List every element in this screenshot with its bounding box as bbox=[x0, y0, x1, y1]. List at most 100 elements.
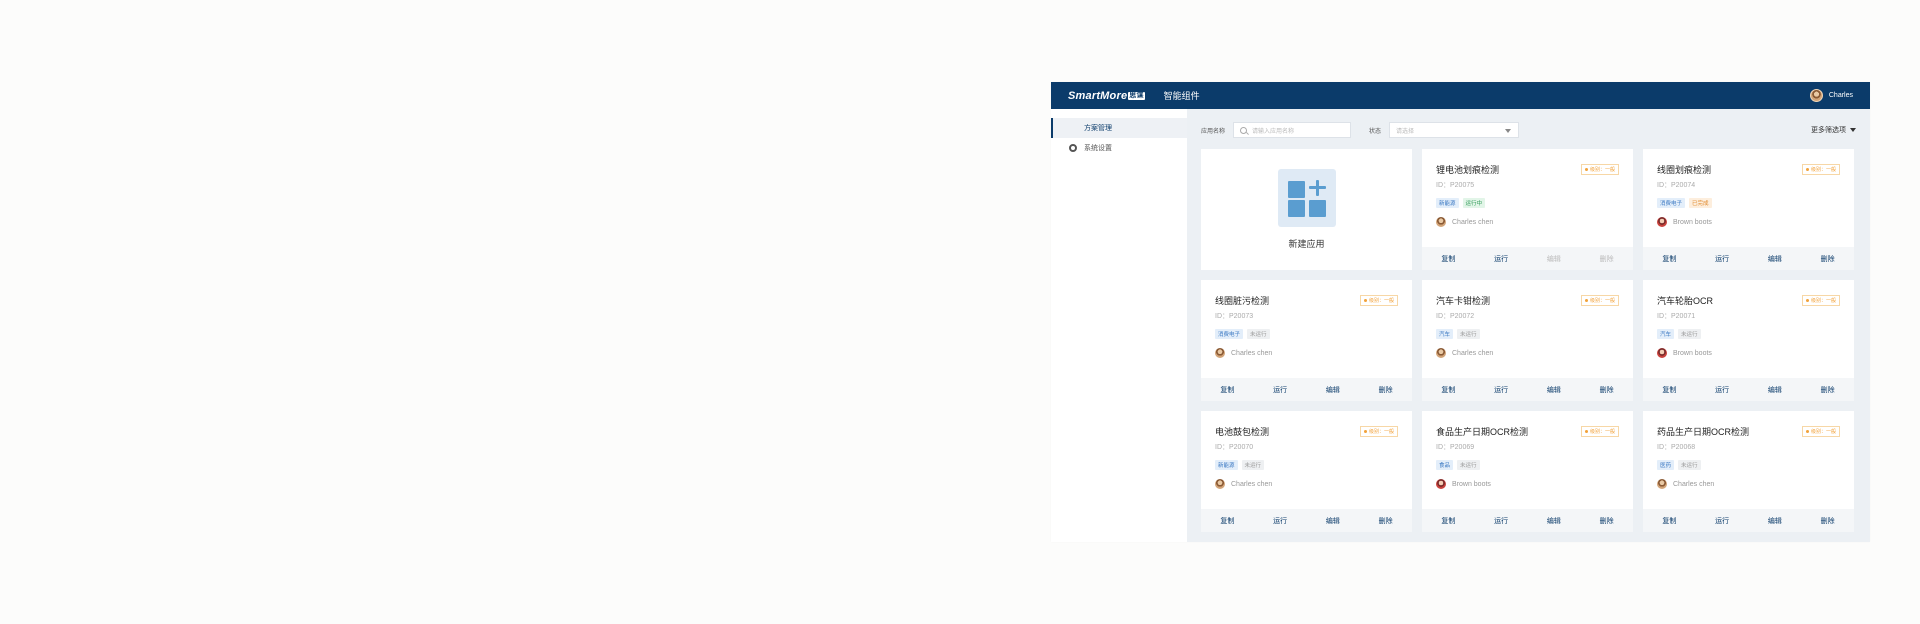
delete-button[interactable]: 删除 bbox=[1600, 254, 1614, 264]
copy-button[interactable]: 复制 bbox=[1441, 516, 1455, 526]
level-dot-icon bbox=[1805, 168, 1809, 171]
app-id: ID：P20071 bbox=[1657, 313, 1696, 320]
owner-avatar bbox=[1657, 348, 1667, 358]
copy-button[interactable]: 复制 bbox=[1220, 385, 1234, 395]
edit-button[interactable]: 编辑 bbox=[1768, 516, 1782, 526]
edit-button[interactable]: 编辑 bbox=[1768, 385, 1782, 395]
copy-button[interactable]: 复制 bbox=[1662, 385, 1676, 395]
app-title: 汽车轮胎OCR bbox=[1657, 296, 1713, 306]
sidebar-item-solutions[interactable]: 方案管理 bbox=[1051, 118, 1187, 138]
sidebar-item-settings[interactable]: 系统设置 bbox=[1051, 138, 1187, 158]
delete-button[interactable]: 删除 bbox=[1821, 385, 1835, 395]
status-tag: 已完成 bbox=[1689, 198, 1712, 208]
run-button[interactable]: 运行 bbox=[1494, 254, 1508, 264]
run-button[interactable]: 运行 bbox=[1715, 516, 1729, 526]
level-dot-icon bbox=[1805, 299, 1809, 302]
copy-button[interactable]: 复制 bbox=[1441, 385, 1455, 395]
status-tag: 汽车 bbox=[1436, 329, 1454, 339]
run-button[interactable]: 运行 bbox=[1273, 385, 1287, 395]
owner-avatar bbox=[1657, 217, 1667, 227]
status-tag: 消费电子 bbox=[1215, 329, 1244, 339]
status-tag: 未运行 bbox=[1241, 460, 1265, 470]
copy-button[interactable]: 复制 bbox=[1220, 516, 1234, 526]
owner-name: Brown boots bbox=[1673, 349, 1712, 357]
card-actions: 复制 运行 编辑 删除 bbox=[1643, 509, 1854, 532]
run-button[interactable]: 运行 bbox=[1273, 516, 1287, 526]
level-dot-icon bbox=[1584, 430, 1588, 433]
level-text: 级别：一般 bbox=[1810, 429, 1836, 435]
level-dot-icon bbox=[1584, 168, 1588, 171]
edit-button[interactable]: 编辑 bbox=[1326, 385, 1340, 395]
edit-button[interactable]: 编辑 bbox=[1547, 385, 1561, 395]
run-button[interactable]: 运行 bbox=[1715, 254, 1729, 264]
level-text: 级别：一般 bbox=[1810, 298, 1836, 304]
user-menu[interactable]: Charles bbox=[1809, 89, 1853, 102]
run-button[interactable]: 运行 bbox=[1494, 385, 1508, 395]
edit-button[interactable]: 编辑 bbox=[1547, 254, 1561, 264]
run-button[interactable]: 运行 bbox=[1494, 516, 1508, 526]
delete-button[interactable]: 删除 bbox=[1379, 516, 1393, 526]
tag-list: 汽车 未运行 bbox=[1643, 321, 1854, 339]
delete-button[interactable]: 删除 bbox=[1600, 385, 1614, 395]
app-card[interactable]: 线圈脏污检测 级别：一般 ID：P20073 消费电子 未运行 Charles c… bbox=[1201, 280, 1412, 401]
level-text: 级别：一般 bbox=[1589, 298, 1615, 304]
app-card[interactable]: 电池鼓包检测 级别：一般 ID：P20070 新能源 未运行 Charles ch… bbox=[1201, 411, 1412, 532]
top-navbar: SmartMore 思谋 智能组件 Charles bbox=[1051, 82, 1870, 109]
status-tag: 新能源 bbox=[1436, 198, 1459, 208]
app-card[interactable]: 锂电池划痕检测 级别：一般 ID：P20075 新能源 运行中 Charles c… bbox=[1422, 149, 1633, 270]
app-id: ID：P20072 bbox=[1436, 313, 1475, 320]
smartmore-logo[interactable]: SmartMore 思谋 bbox=[1068, 90, 1145, 102]
delete-button[interactable]: 删除 bbox=[1600, 516, 1614, 526]
owner: Brown boots bbox=[1643, 208, 1854, 227]
app-id: ID：P20068 bbox=[1657, 444, 1696, 451]
edit-button[interactable]: 编辑 bbox=[1547, 516, 1561, 526]
app-id: ID：P20069 bbox=[1436, 444, 1475, 451]
app-card[interactable]: 线圈划痕检测 级别：一般 ID：P20074 消费电子 已完成 Brown boo… bbox=[1643, 149, 1854, 270]
search-input[interactable]: 请输入应用名称 bbox=[1233, 122, 1352, 138]
user-name: Charles bbox=[1828, 92, 1853, 99]
status-tag: 运行中 bbox=[1462, 198, 1486, 208]
level-dot-icon bbox=[1363, 430, 1367, 433]
caret-down-icon bbox=[1850, 128, 1856, 132]
status-tag: 未运行 bbox=[1247, 329, 1270, 339]
edit-button[interactable]: 编辑 bbox=[1768, 254, 1782, 264]
owner-avatar bbox=[1436, 348, 1446, 358]
card-actions: 复制 运行 编辑 删除 bbox=[1422, 247, 1633, 270]
copy-button[interactable]: 复制 bbox=[1441, 254, 1455, 264]
level-badge: 级别：一般 bbox=[1801, 426, 1840, 437]
app-title: 电池鼓包检测 bbox=[1215, 427, 1270, 437]
app-title: 线圈划痕检测 bbox=[1657, 165, 1712, 175]
owner-name: Charles chen bbox=[1231, 480, 1273, 488]
sidebar: 方案管理 系统设置 bbox=[1051, 109, 1187, 542]
delete-button[interactable]: 删除 bbox=[1821, 254, 1835, 264]
app-card-grid: 新建应用 锂电池划痕检测 级别：一般 ID：P20075 新能源 运行中 Char… bbox=[1201, 149, 1856, 532]
more-filters-button[interactable]: 更多筛选项 bbox=[1811, 125, 1856, 135]
app-id: ID：P20075 bbox=[1436, 182, 1475, 189]
status-tag: 食品 bbox=[1436, 460, 1454, 470]
status-tag: 医药 bbox=[1657, 460, 1675, 470]
delete-button[interactable]: 删除 bbox=[1821, 516, 1835, 526]
main-content: 应用名称 请输入应用名称 状态 请选择 更多筛选项 新建应用 锂电池划痕检测 级… bbox=[1187, 109, 1870, 542]
app-card[interactable]: 汽车轮胎OCR 级别：一般 ID：P20071 汽车 未运行 Brown boot… bbox=[1643, 280, 1854, 401]
user-avatar bbox=[1809, 89, 1823, 102]
owner: Charles chen bbox=[1201, 339, 1412, 358]
owner-name: Charles chen bbox=[1452, 218, 1494, 226]
copy-button[interactable]: 复制 bbox=[1662, 516, 1676, 526]
owner-avatar bbox=[1215, 348, 1225, 358]
status-select[interactable]: 请选择 bbox=[1389, 122, 1520, 138]
tag-list: 消费电子 已完成 bbox=[1643, 190, 1854, 208]
status-label: 状态 bbox=[1369, 128, 1382, 135]
logo-text: SmartMore bbox=[1068, 89, 1128, 102]
app-card[interactable]: 药品生产日期OCR检测 级别：一般 ID：P20068 医药 未运行 Charle… bbox=[1643, 411, 1854, 532]
app-card[interactable]: 食品生产日期OCR检测 级别：一般 ID：P20069 食品 未运行 Brown … bbox=[1422, 411, 1633, 532]
owner-avatar bbox=[1657, 479, 1667, 489]
app-title: 药品生产日期OCR检测 bbox=[1657, 427, 1749, 437]
nav-title[interactable]: 智能组件 bbox=[1164, 89, 1200, 102]
run-button[interactable]: 运行 bbox=[1715, 385, 1729, 395]
new-app-card[interactable]: 新建应用 bbox=[1201, 149, 1412, 270]
copy-button[interactable]: 复制 bbox=[1662, 254, 1676, 264]
app-id: ID：P20070 bbox=[1215, 444, 1254, 451]
edit-button[interactable]: 编辑 bbox=[1326, 516, 1340, 526]
app-card[interactable]: 汽车卡钳检测 级别：一般 ID：P20072 汽车 未运行 Charles che… bbox=[1422, 280, 1633, 401]
delete-button[interactable]: 删除 bbox=[1379, 385, 1393, 395]
